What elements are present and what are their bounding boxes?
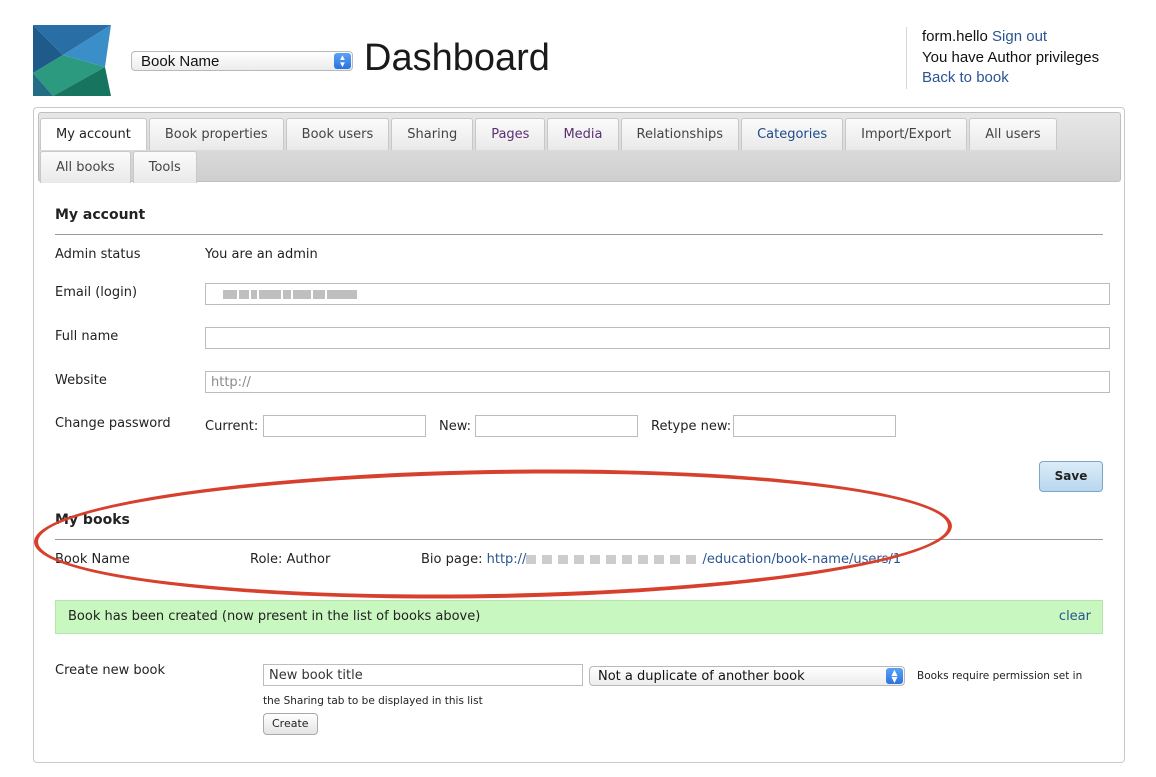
create-book-label: Create new book [55,663,166,678]
admin-status-label: Admin status [55,247,141,262]
divider [55,234,1103,235]
tab-my-account[interactable]: My account [40,118,147,150]
book-selector-value: Book Name [141,53,220,70]
full-name-field[interactable] [205,327,1110,349]
my-account-heading: My account [55,207,146,223]
my-books-heading: My books [55,512,130,528]
permission-note-cont: the Sharing tab to be displayed in this … [263,695,483,707]
change-password-label: Change password [55,416,171,431]
new-password-label: New: [439,419,472,434]
highlight-annotation [32,461,954,607]
tab-book-properties[interactable]: Book properties [148,118,284,150]
tab-import-export[interactable]: Import/Export [845,118,968,150]
create-button[interactable]: Create [263,713,318,735]
tab-relationships[interactable]: Relationships [620,118,740,150]
tab-sharing[interactable]: Sharing [391,118,474,150]
duplicate-select[interactable]: Not a duplicate of another book ▲ ▼ [589,666,905,686]
permission-note: Books require permission set in [917,670,1083,682]
bio-page: Bio page: http:// /education/book-name/us… [421,552,901,567]
bio-url-prefix: http:// [486,552,527,567]
bio-page-label: Bio page: [421,552,483,567]
tab-book-users[interactable]: Book users [285,118,390,150]
user-name: form.hello [922,28,988,45]
website-label: Website [55,373,107,388]
tab-all-users[interactable]: All users [969,118,1057,150]
book-selector[interactable]: Book Name ▲ ▼ [131,51,353,71]
bio-page-link[interactable]: http:// /education/book-name/users/1 [487,552,902,567]
retype-password-label: Retype new: [651,419,732,434]
app-logo [33,25,111,96]
book-role: Role: Author [250,552,331,567]
tab-tools[interactable]: Tools [132,151,197,183]
main-panel: My account Book properties Book users Sh… [32,107,1125,763]
page-title: Dashboard [364,37,550,79]
privileges-text: You have Author privileges [922,48,1100,66]
tab-media[interactable]: Media [547,118,619,150]
select-arrows-icon: ▲ ▼ [886,668,903,684]
tab-all-books[interactable]: All books [40,151,131,183]
retype-password-field[interactable] [733,415,896,437]
save-button[interactable]: Save [1039,461,1103,492]
email-field[interactable] [205,283,1110,305]
website-field[interactable] [205,371,1110,393]
select-arrows-icon: ▲ ▼ [334,53,351,69]
redacted-email [223,290,357,299]
current-password-label: Current: [205,419,259,434]
tab-categories[interactable]: Categories [741,118,844,150]
user-info: form.hello Sign out You have Author priv… [906,27,1099,89]
bio-url-suffix: /education/book-name/users/1 [702,552,902,567]
book-link[interactable]: Book Name [55,552,130,567]
divider [55,539,1103,540]
clear-link[interactable]: clear [1059,601,1091,633]
tab-pages[interactable]: Pages [475,118,546,150]
tab-bar: My account Book properties Book users Sh… [38,112,1121,183]
duplicate-select-value: Not a duplicate of another book [598,669,805,684]
current-password-field[interactable] [263,415,426,437]
admin-status-value: You are an admin [205,247,318,262]
notice-message: Book has been created (now present in th… [68,609,481,624]
full-name-label: Full name [55,329,119,344]
back-to-book-link[interactable]: Back to book [922,68,1099,89]
new-book-title-field[interactable] [263,664,583,686]
sign-out-link[interactable]: Sign out [992,28,1047,45]
new-password-field[interactable] [475,415,638,437]
success-notice: Book has been created (now present in th… [55,600,1103,634]
email-label: Email (login) [55,285,138,300]
redacted-domain [526,555,703,564]
